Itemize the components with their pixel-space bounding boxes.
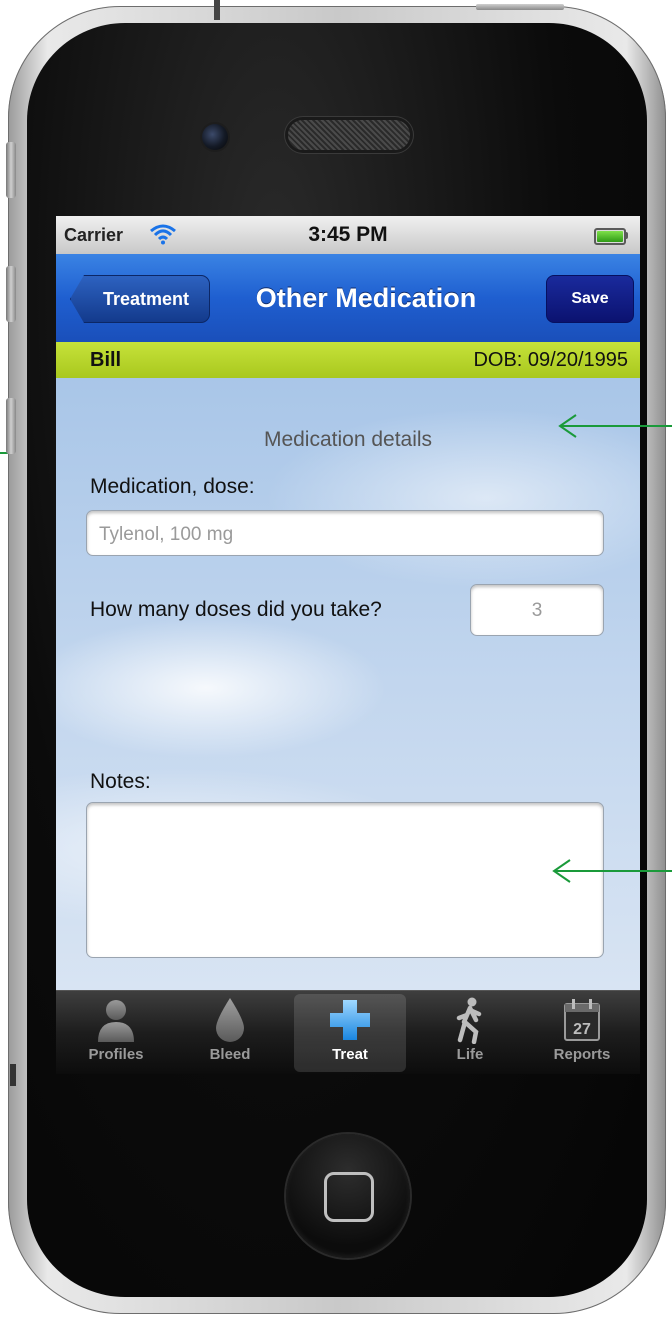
- top-edge-mark: [214, 0, 220, 20]
- doses-input[interactable]: 3: [470, 584, 604, 636]
- earpiece-speaker: [288, 120, 410, 150]
- tab-label-treat: Treat: [332, 1046, 368, 1063]
- page-title: Other Medication: [255, 283, 477, 313]
- doses-label: How many doses did you take?: [90, 598, 382, 621]
- drop-icon: [216, 998, 244, 1042]
- calendar-icon: 27: [564, 999, 600, 1041]
- mute-switch: [6, 142, 16, 198]
- save-button[interactable]: Save: [546, 275, 634, 323]
- sleep-button: [476, 4, 564, 10]
- navigation-bar: Treatment Other Medication Save: [56, 254, 640, 343]
- annotation-arrow-medication: [558, 414, 672, 438]
- patient-dob: DOB: 09/20/1995: [473, 349, 628, 371]
- notes-textarea[interactable]: [86, 802, 604, 958]
- tab-life[interactable]: Life: [414, 994, 526, 1072]
- walking-icon: [456, 997, 482, 1044]
- medication-input[interactable]: Tylenol, 100 mg: [86, 510, 604, 556]
- patient-name: Bill: [90, 349, 122, 371]
- battery-tip: [625, 232, 628, 239]
- side-edge-mark: [10, 1064, 16, 1086]
- save-button-label: Save: [571, 290, 609, 307]
- back-button-label: Treatment: [102, 288, 190, 309]
- app-screen: Carrier 3:45 PM Treatment Other Medicati…: [56, 216, 640, 1074]
- patient-info-bar: Bill DOB: 09/20/1995: [56, 342, 640, 379]
- home-button-icon: [324, 1172, 374, 1222]
- tab-reports[interactable]: 27 Reports: [526, 994, 638, 1072]
- tab-label-reports: Reports: [553, 1046, 611, 1063]
- front-camera: [202, 124, 228, 150]
- tab-label-life: Life: [456, 1046, 484, 1063]
- person-icon: [98, 1000, 134, 1042]
- tab-treat[interactable]: Treat: [294, 994, 406, 1072]
- volume-up-button: [6, 266, 16, 322]
- battery-icon: [594, 228, 626, 245]
- home-button[interactable]: [286, 1134, 410, 1258]
- volume-down-button: [6, 398, 16, 454]
- status-time: 3:45 PM: [308, 223, 388, 246]
- cross-icon: [330, 1000, 370, 1040]
- status-bar: Carrier 3:45 PM: [56, 216, 640, 255]
- medication-label: Medication, dose:: [90, 475, 255, 498]
- form-content: Medication details Medication, dose: Tyl…: [56, 378, 640, 990]
- section-title: Medication details: [263, 428, 433, 451]
- tab-label-profiles: Profiles: [88, 1046, 144, 1063]
- tab-label-bleed: Bleed: [209, 1046, 251, 1063]
- back-button[interactable]: Treatment: [70, 275, 210, 323]
- notes-label: Notes:: [90, 770, 151, 793]
- tab-bleed[interactable]: Bleed: [174, 994, 286, 1072]
- tab-profiles[interactable]: Profiles: [60, 994, 172, 1072]
- annotation-arrow-notes: [552, 859, 672, 883]
- calendar-badge: 27: [573, 1021, 591, 1038]
- tab-bar: Profiles Bleed Treat Life 27 Reports: [56, 990, 640, 1074]
